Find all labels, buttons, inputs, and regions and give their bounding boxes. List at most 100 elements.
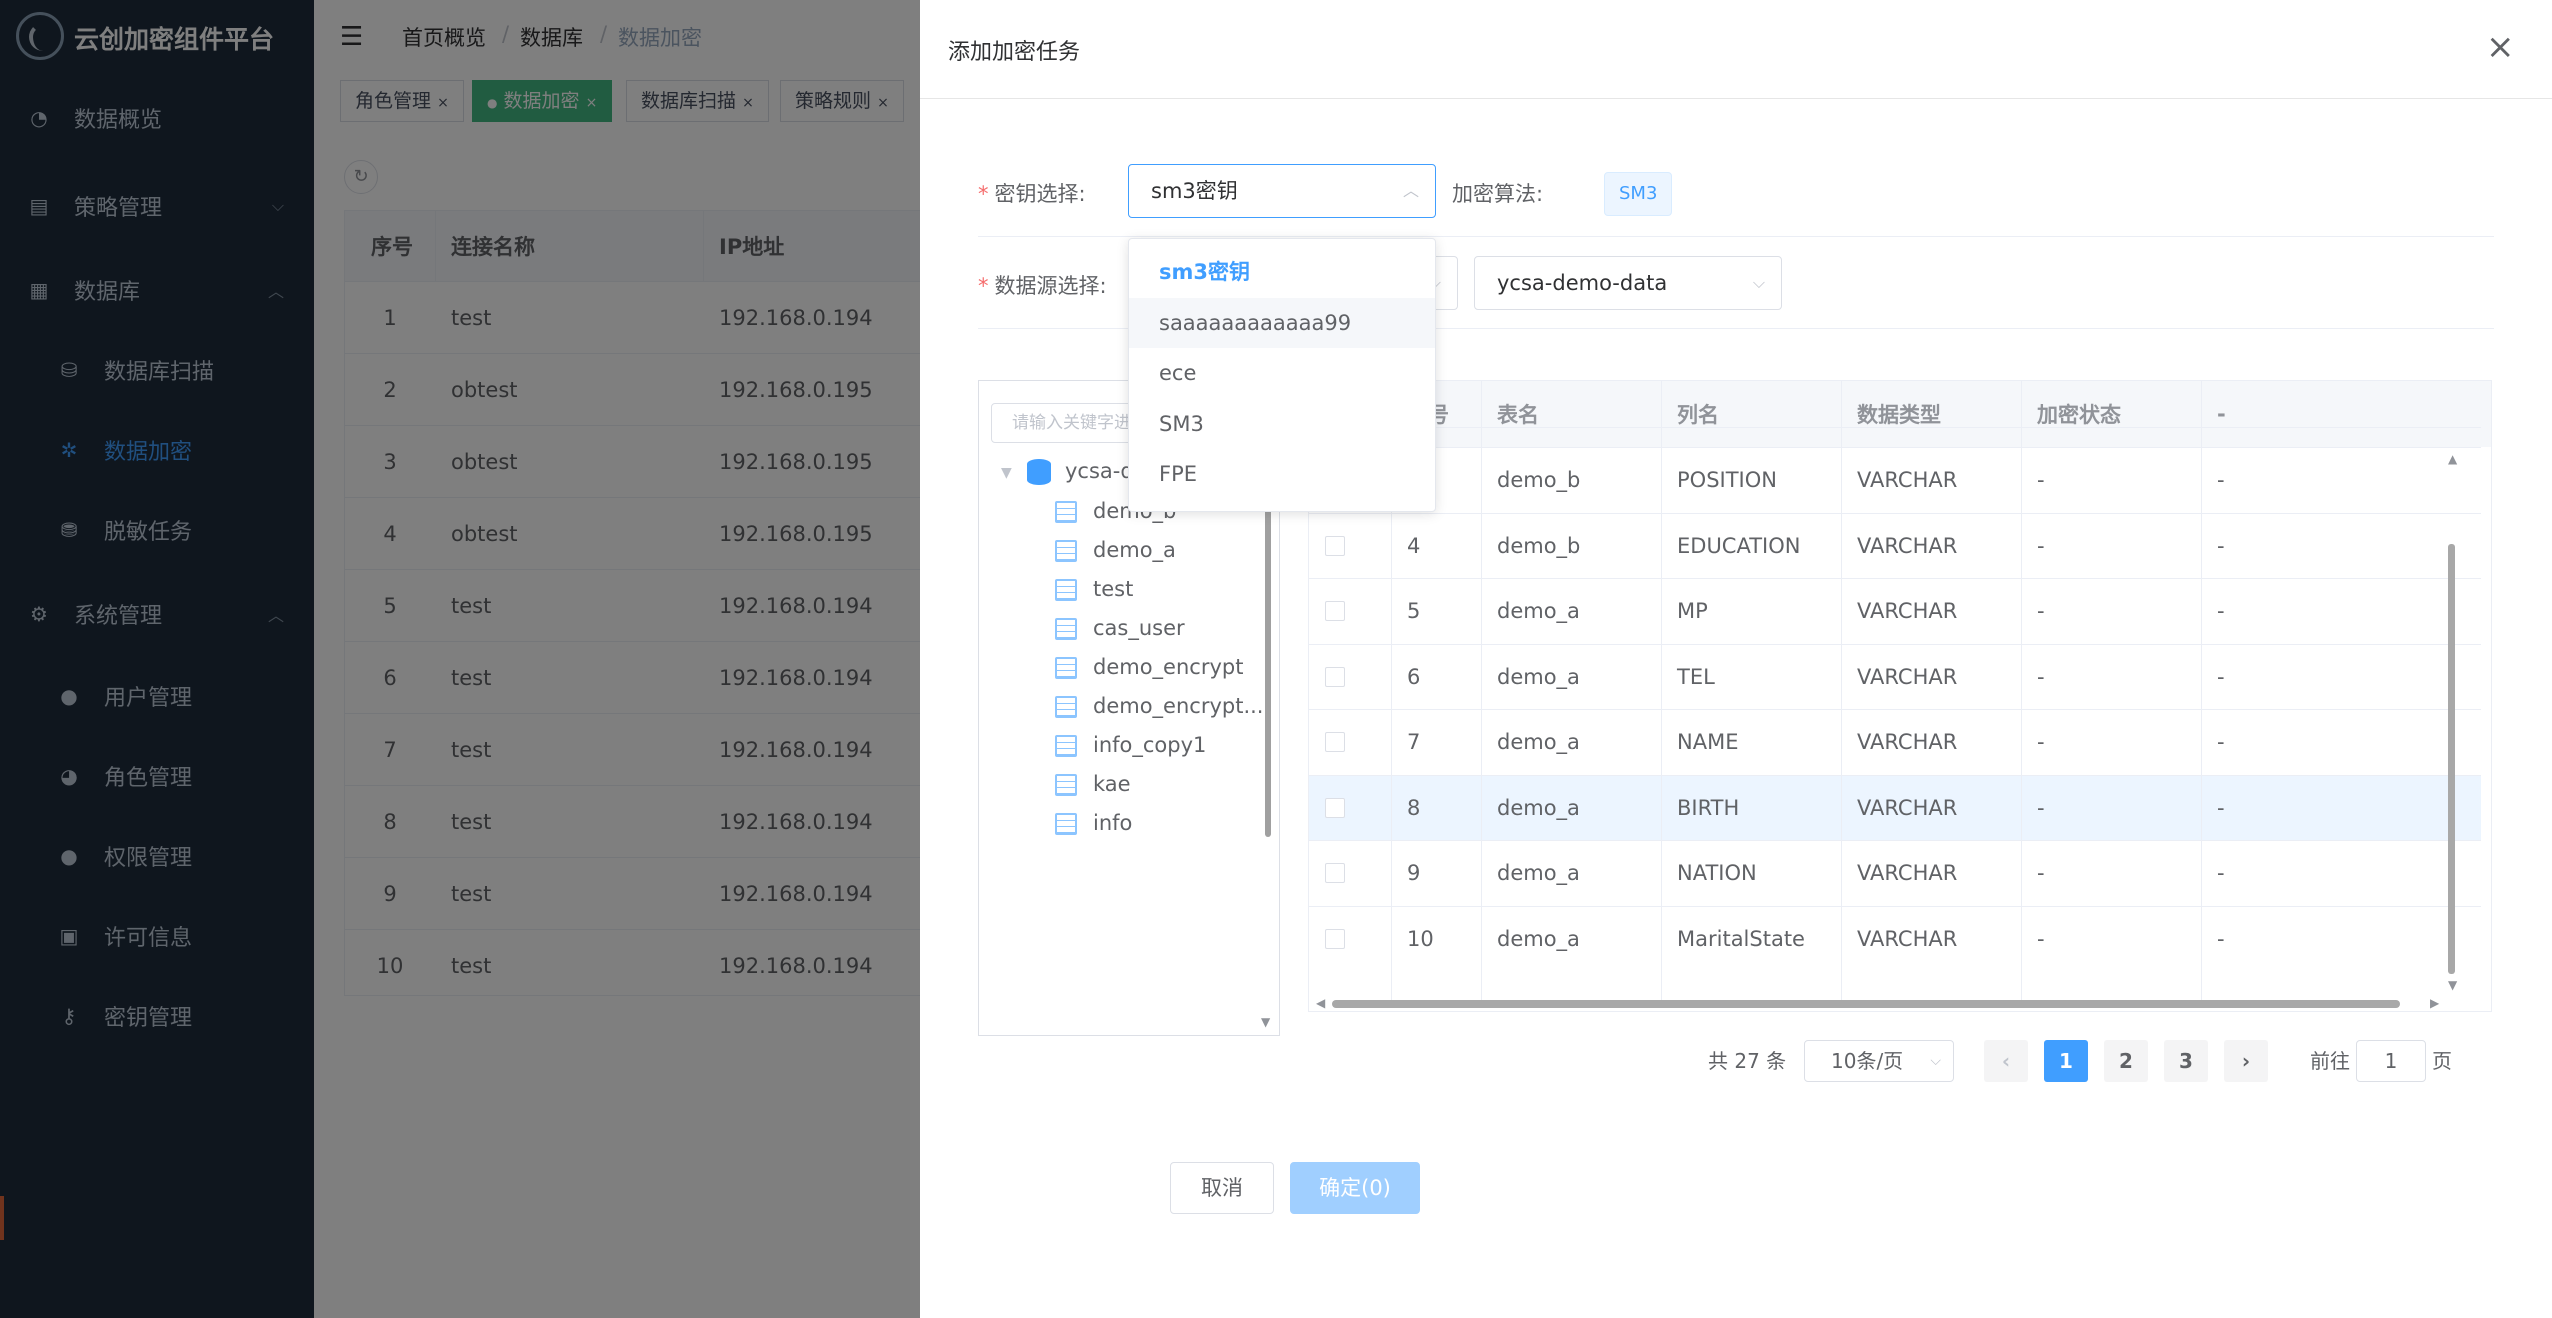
table-row[interactable]: 4 demo_b EDUCATION VARCHAR - -: [1309, 512, 2481, 578]
table-vertical-scrollbar[interactable]: [2448, 544, 2455, 974]
row-checkbox[interactable]: [1325, 666, 1345, 687]
row-checkbox[interactable]: [1325, 928, 1345, 949]
table-icon: [1055, 735, 1077, 757]
key-select[interactable]: sm3密钥 ︿: [1128, 164, 1436, 218]
tree-node[interactable]: kae: [1093, 772, 1131, 796]
table-cell: VARCHAR: [1857, 861, 1958, 885]
table-cell: -: [2037, 468, 2045, 492]
key-option[interactable]: ece: [1129, 348, 1435, 398]
table-cell: demo_a: [1497, 730, 1580, 754]
table-cell: -: [2037, 926, 2045, 951]
table-cell: 7: [1407, 730, 1421, 754]
tree-node[interactable]: info: [1093, 811, 1132, 835]
table-row[interactable]: 5 demo_a MP VARCHAR - -: [1309, 578, 2481, 643]
tree-node[interactable]: demo_a: [1093, 538, 1176, 562]
table-cell: demo_b: [1497, 468, 1581, 492]
table-row[interactable]: 6 demo_a TEL VARCHAR - -: [1309, 643, 2481, 709]
table-cell: -: [2217, 599, 2225, 623]
table-cell: VARCHAR: [1857, 599, 1958, 623]
page-size-select[interactable]: 10条/页 ⌵: [1804, 1040, 1954, 1082]
key-option[interactable]: FPE: [1129, 449, 1435, 499]
key-option[interactable]: saaaaaaaaaaaa99: [1129, 297, 1435, 348]
chevron-up-icon: ︿: [1402, 181, 1419, 200]
column-divider: [2201, 381, 2202, 1001]
table-row[interactable]: 9 demo_a NATION VARCHAR - -: [1309, 840, 2481, 905]
scroll-up-icon[interactable]: ▲: [2448, 452, 2457, 466]
cancel-button[interactable]: 取消: [1170, 1162, 1274, 1214]
table-cell: 6: [1407, 664, 1421, 689]
table-cell: 8: [1407, 795, 1421, 820]
table-row[interactable]: 3demo_bPOSITIONVARCHAR--: [1309, 447, 2481, 512]
key-select-label: * 密钥选择:: [978, 182, 1086, 206]
prev-page-button[interactable]: ‹: [1984, 1040, 2028, 1082]
row-checkbox[interactable]: [1325, 732, 1345, 752]
table-icon: [1055, 540, 1077, 562]
key-dropdown-menu: sm3密钥 saaaaaaaaaaaa99 ece SM3 FPE: [1128, 238, 1436, 512]
modal-overlay[interactable]: [0, 0, 920, 1318]
tree-node[interactable]: demo_encrypt: [1093, 655, 1243, 679]
table-cell: demo_a: [1497, 664, 1580, 689]
table-cell: -: [2037, 730, 2045, 754]
table-row[interactable]: 8 demo_a BIRTH VARCHAR - -: [1309, 774, 2481, 840]
table-cell: -: [2217, 926, 2225, 951]
table-cell: demo_a: [1497, 795, 1580, 820]
column-divider: [1661, 381, 1662, 1001]
table-cell: BIRTH: [1677, 795, 1740, 820]
table-row[interactable]: 7 demo_a NAME VARCHAR - -: [1309, 709, 2481, 774]
database-icon: [1027, 459, 1051, 485]
table-cell: 10: [1407, 926, 1434, 951]
table-icon: [1055, 618, 1077, 640]
table-icon: [1055, 696, 1077, 718]
label-text: 密钥选择:: [994, 182, 1086, 206]
row-checkbox[interactable]: [1325, 797, 1345, 818]
scroll-right-icon[interactable]: ▶: [2430, 996, 2439, 1010]
datasource-select[interactable]: ycsa-demo-data ⌵: [1474, 256, 1782, 310]
page-2-button[interactable]: 2: [2104, 1040, 2148, 1082]
scroll-left-icon[interactable]: ◀: [1316, 996, 1325, 1010]
label-text: 数据源选择:: [994, 274, 1107, 298]
table-cell: 5: [1407, 599, 1421, 623]
tree-node[interactable]: test: [1093, 577, 1133, 601]
key-select-value: sm3密钥: [1151, 179, 1238, 203]
page-size-value: 10条/页: [1831, 1049, 1904, 1073]
goto-page-input[interactable]: 1: [2356, 1040, 2426, 1082]
table-icon: [1055, 657, 1077, 679]
key-option[interactable]: sm3密钥: [1129, 247, 1435, 297]
tree-node[interactable]: cas_user: [1093, 616, 1185, 640]
scroll-down-icon[interactable]: ▼: [2448, 978, 2457, 992]
divider: [978, 236, 2494, 237]
row-checkbox[interactable]: [1325, 863, 1345, 883]
row-checkbox[interactable]: [1325, 535, 1345, 556]
column-divider: [1481, 381, 1482, 1001]
table-cell: VARCHAR: [1857, 533, 1958, 558]
table-cell: TEL: [1677, 664, 1715, 689]
row-checkbox[interactable]: [1325, 601, 1345, 621]
confirm-button[interactable]: 确定(0): [1290, 1162, 1420, 1214]
scroll-down-icon[interactable]: ▼: [1261, 1015, 1270, 1029]
table-cell: -: [2217, 730, 2225, 754]
tree-node[interactable]: demo_encrypt...: [1093, 694, 1263, 718]
key-option[interactable]: SM3: [1129, 399, 1435, 449]
table-row[interactable]: 10 demo_a MaritalState VARCHAR - -: [1309, 905, 2481, 971]
tree-node[interactable]: info_copy1: [1093, 733, 1206, 757]
close-icon[interactable]: ×: [2486, 30, 2515, 64]
table-cell: -: [2217, 664, 2225, 689]
caret-down-icon[interactable]: ▼: [1001, 465, 1012, 481]
table-icon: [1055, 501, 1077, 523]
page-1-button[interactable]: 1: [2044, 1040, 2088, 1082]
table-cell: VARCHAR: [1857, 468, 1958, 492]
table-icon: [1055, 813, 1077, 835]
pagination-total: 共 27 条: [1708, 1049, 1787, 1073]
algo-tag: SM3: [1604, 172, 1673, 216]
table-cell: demo_a: [1497, 599, 1580, 623]
next-page-button[interactable]: ›: [2224, 1040, 2268, 1082]
page-3-button[interactable]: 3: [2164, 1040, 2208, 1082]
datasource-select-value: ycsa-demo-data: [1497, 271, 1668, 295]
table-cell: MP: [1677, 599, 1708, 623]
table-row: [1309, 427, 2481, 447]
table-cell: -: [2037, 861, 2045, 885]
table-cell: demo_a: [1497, 926, 1580, 951]
table-horizontal-scrollbar[interactable]: [1332, 1000, 2400, 1008]
table-cell: 9: [1407, 861, 1421, 885]
source-select-label: * 数据源选择:: [978, 274, 1107, 298]
